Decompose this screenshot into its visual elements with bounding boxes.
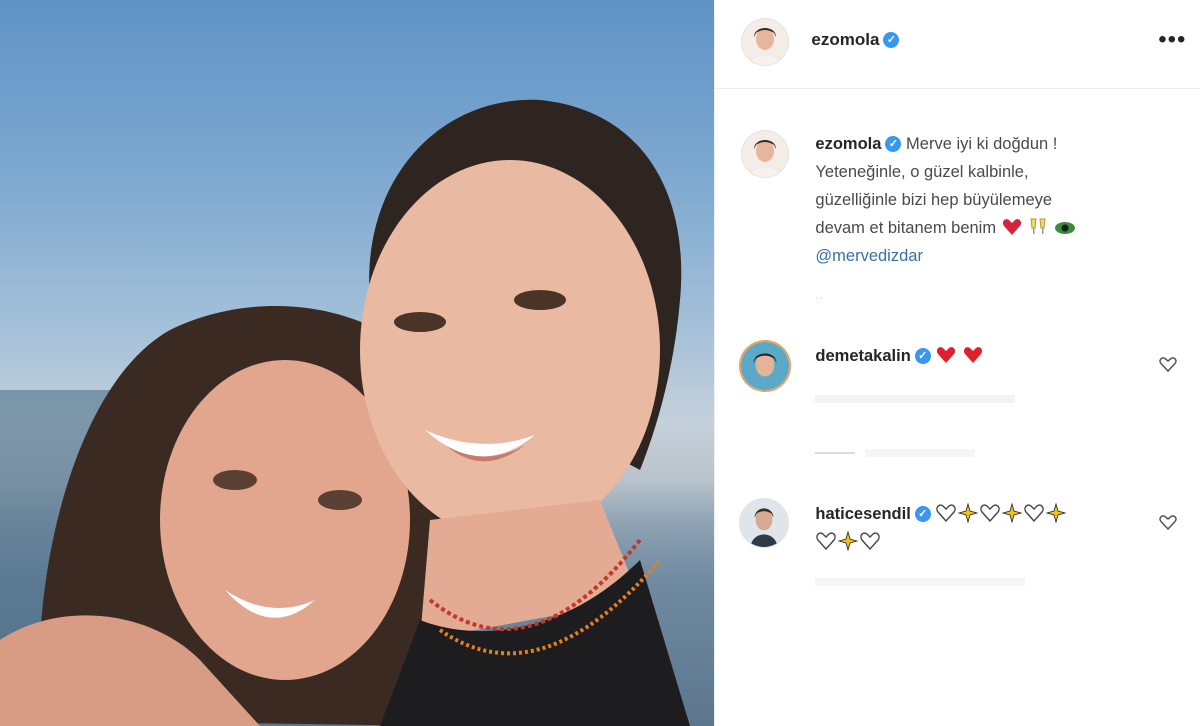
eye-icon <box>1054 222 1075 234</box>
red-heart-icon <box>963 347 983 363</box>
post-header: ezomola ✓ ••• <box>715 0 1200 89</box>
avatar-portrait-icon <box>740 499 789 547</box>
author-username[interactable]: ezomola ✓ <box>811 30 900 50</box>
comment-meta-faint <box>815 395 1016 403</box>
verified-badge-icon: ✓ <box>885 136 902 152</box>
caption-text-line-1: Merve iyi ki doğdun ! <box>906 135 1058 153</box>
caption-meta-faint: ‥ <box>815 288 824 302</box>
verified-badge-icon: ✓ <box>914 348 931 364</box>
author-avatar[interactable] <box>741 18 790 66</box>
verified-badge-icon: ✓ <box>883 32 900 48</box>
caption-avatar[interactable] <box>741 130 790 178</box>
comment-demetakalin: demetakalin ✓ <box>815 342 984 370</box>
comment-avatar-demetakalin[interactable] <box>739 340 792 392</box>
white-heart-icon <box>1024 504 1045 523</box>
caption-text-line-2: Yeteneğinle, o güzel kalbinle, <box>815 163 1029 181</box>
white-heart-icon <box>860 532 881 551</box>
avatar-portrait-icon <box>742 19 789 65</box>
instagram-post: ezomola ✓ ••• ezomola ✓ Merve iyi ki doğdu… <box>0 0 1200 726</box>
selfie-illustration <box>0 99 690 726</box>
comment-meta-faint <box>815 578 1026 586</box>
view-replies-faint[interactable] <box>865 449 976 457</box>
sparkles-icon <box>1001 502 1023 524</box>
like-comment-heart-icon[interactable] <box>1158 354 1178 374</box>
white-heart-icon <box>816 532 837 551</box>
like-comment-heart-icon[interactable] <box>1158 512 1178 532</box>
more-options-button[interactable]: ••• <box>1158 26 1186 54</box>
sparkles-icon <box>1045 502 1067 524</box>
view-replies-line[interactable] <box>815 452 856 454</box>
caption-line-1: ezomola ✓ Merve iyi ki doğdun ! <box>815 130 1155 158</box>
caption-mention-link[interactable]: @mervedizdar <box>815 242 1155 270</box>
clinking-glasses-icon <box>1030 218 1046 234</box>
white-heart-icon <box>936 504 957 523</box>
comment-username[interactable]: demetakalin <box>815 347 910 365</box>
avatar-portrait-icon <box>741 342 790 390</box>
avatar-portrait-icon <box>742 131 789 177</box>
sparkles-icon <box>957 502 979 524</box>
comment-haticesendil: haticesendil ✓ <box>815 500 1155 556</box>
caption-text-line-4: devam et bitanem benim <box>815 219 997 237</box>
verified-badge-icon: ✓ <box>914 506 931 522</box>
caption-text-line-3: güzelliğinle bizi hep büyülemeye <box>815 191 1053 209</box>
red-heart-icon <box>937 347 956 363</box>
post-side-panel: ezomola ✓ ••• ezomola ✓ Merve iyi ki doğdu… <box>714 0 1200 726</box>
white-heart-icon <box>980 504 1001 523</box>
caption-line-4: devam et bitanem benim <box>815 214 1155 242</box>
author-username-text[interactable]: ezomola <box>811 30 879 49</box>
heart-icon <box>1002 219 1021 235</box>
sparkles-icon <box>837 530 859 552</box>
comment-avatar-haticesendil[interactable] <box>739 498 790 548</box>
post-photo[interactable] <box>0 0 715 726</box>
caption-username[interactable]: ezomola <box>815 135 881 153</box>
comment-username[interactable]: haticesendil <box>815 505 910 523</box>
post-caption: ezomola ✓ Merve iyi ki doğdun ! Yeteneğin… <box>815 130 1155 270</box>
